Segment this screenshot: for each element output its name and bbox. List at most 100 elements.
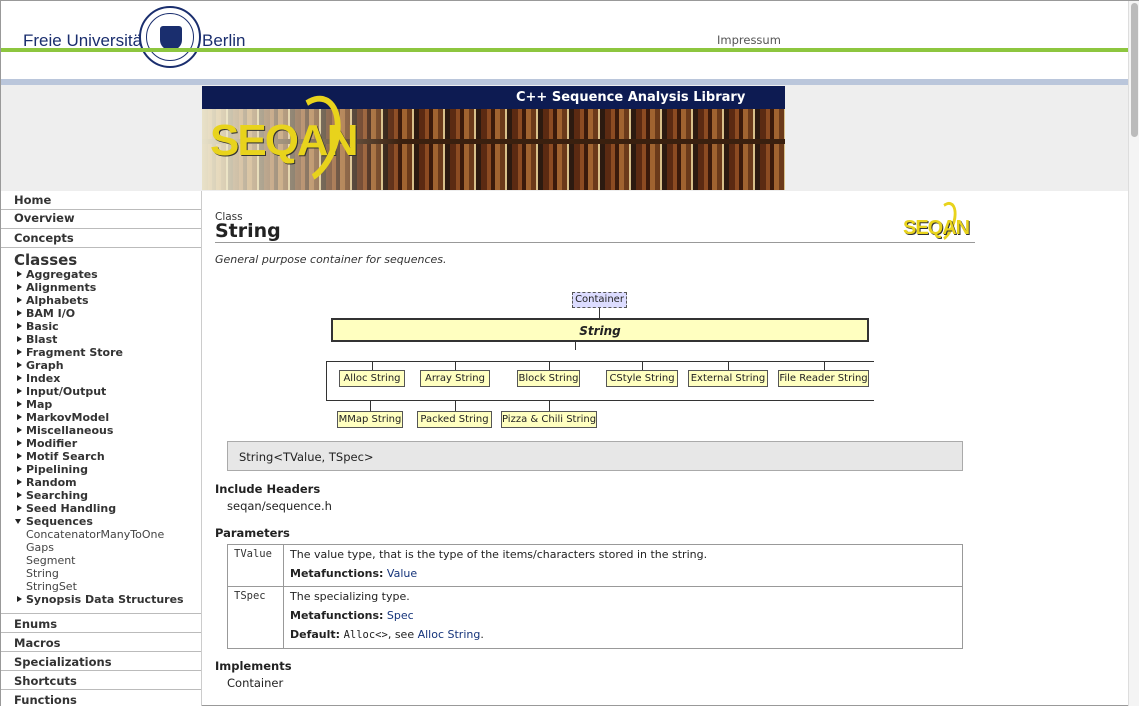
parameter-description-cell: The specializing type. Metafunctions: Sp…: [283, 586, 963, 649]
diagram-spec-cstyle-string[interactable]: CStyle String: [606, 370, 678, 387]
site-header: Freie Universität Berlin Impressum: [1, 1, 1128, 68]
chevron-right-icon: [17, 284, 22, 290]
sidebar-group-graph[interactable]: Graph: [1, 359, 201, 372]
diagram-connector: [370, 400, 371, 411]
sidebar-group-sequences[interactable]: Sequences: [1, 515, 201, 528]
sidebar-group-bam-i-o[interactable]: BAM I/O: [1, 307, 201, 320]
parameter-description: The value type, that is the type of the …: [290, 548, 708, 561]
metafunction-link-spec[interactable]: Spec: [387, 609, 414, 622]
sidebar-group-map[interactable]: Map: [1, 398, 201, 411]
sidebar-group-basic[interactable]: Basic: [1, 320, 201, 333]
sidebar-group-fragment-store[interactable]: Fragment Store: [1, 346, 201, 359]
diagram-spec-file-reader-string[interactable]: File Reader String: [778, 370, 869, 387]
diagram-spec-external-string[interactable]: External String: [688, 370, 768, 387]
sidebar-item-functions[interactable]: Functions: [1, 689, 201, 706]
sidebar-group-blast[interactable]: Blast: [1, 333, 201, 346]
chevron-right-icon: [17, 427, 22, 433]
metafunctions-label: Metafunctions:: [290, 609, 384, 622]
sidebar-subitem-gaps[interactable]: Gaps: [1, 541, 201, 554]
diagram-center-string: String: [331, 318, 869, 342]
parameter-description: The specializing type.: [290, 590, 410, 603]
sidebar-item-specializations[interactable]: Specializations: [1, 651, 201, 670]
fu-seal-icon[interactable]: [139, 6, 201, 68]
chevron-down-icon: [15, 519, 21, 524]
sidebar-group-pipelining[interactable]: Pipelining: [1, 463, 201, 476]
default-code: Alloc<>: [343, 629, 388, 641]
sidebar-class-groups: Aggregates Alignments Alphabets BAM I/O Basi…: [1, 268, 201, 515]
sidebar-item-enums[interactable]: Enums: [1, 613, 201, 632]
sidebar-item-overview[interactable]: Overview: [1, 210, 201, 229]
sidebar-group-alphabets[interactable]: Alphabets: [1, 294, 201, 307]
sidebar-group-index[interactable]: Index: [1, 372, 201, 385]
chevron-right-icon: [17, 297, 22, 303]
diagram-spec-packed-string[interactable]: Packed String: [417, 411, 492, 428]
diagram-parent-container[interactable]: Container: [572, 292, 627, 308]
diagram-connector: [575, 342, 576, 350]
implements-link-container[interactable]: Container: [227, 676, 283, 690]
chevron-right-icon: [17, 466, 22, 472]
chevron-right-icon: [17, 596, 22, 602]
diagram-connector: [728, 361, 729, 370]
diagram-spec-block-string[interactable]: Block String: [517, 370, 580, 387]
chevron-right-icon: [17, 323, 22, 329]
sidebar-item-shortcuts[interactable]: Shortcuts: [1, 670, 201, 689]
scrollbar-thumb[interactable]: [1131, 3, 1138, 137]
chevron-right-icon: [17, 375, 22, 381]
sidebar-subitem-segment[interactable]: Segment: [1, 554, 201, 567]
default-link-alloc-string[interactable]: Alloc String: [418, 628, 481, 641]
seqan-banner: C++ Sequence Analysis Library SEQAN: [202, 86, 785, 190]
diagram-spec-pizza-chili-string[interactable]: Pizza & Chili String: [501, 411, 597, 428]
parameter-metafunctions: Metafunctions: Value: [290, 567, 962, 586]
sidebar-group-alignments[interactable]: Alignments: [1, 281, 201, 294]
sidebar-group-seed-handling[interactable]: Seed Handling: [1, 502, 201, 515]
sidebar-group-aggregates[interactable]: Aggregates: [1, 268, 201, 281]
sidebar-group-miscellaneous[interactable]: Miscellaneous: [1, 424, 201, 437]
sidebar-classes-heading[interactable]: Classes: [1, 248, 201, 269]
sidebar-item-home[interactable]: Home: [1, 191, 201, 210]
sidebar-subitem-string[interactable]: String: [1, 567, 201, 580]
sidebar-group-synopsis[interactable]: Synopsis Data Structures: [1, 593, 201, 606]
page-scrollbar[interactable]: [1128, 1, 1139, 706]
chevron-right-icon: [17, 479, 22, 485]
header-green-rule: [1, 48, 1128, 52]
chevron-right-icon: [17, 453, 22, 459]
sidebar-group-motif-search[interactable]: Motif Search: [1, 450, 201, 463]
diagram-connector: [455, 361, 456, 370]
sidebar-item-macros[interactable]: Macros: [1, 632, 201, 651]
default-end: .: [480, 628, 484, 641]
diagram-spec-mmap-string[interactable]: MMap String: [337, 411, 403, 428]
diagram-connector: [549, 361, 550, 370]
chevron-right-icon: [17, 310, 22, 316]
metafunction-link-value[interactable]: Value: [387, 567, 417, 580]
sidebar-group-markovmodel[interactable]: MarkovModel: [1, 411, 201, 424]
impressum-link[interactable]: Impressum: [717, 33, 781, 47]
parameter-name: TValue: [227, 544, 284, 587]
diagram-connector: [549, 400, 550, 411]
default-see: , see: [387, 628, 415, 641]
sidebar-group-random[interactable]: Random: [1, 476, 201, 489]
sidebar-group-searching[interactable]: Searching: [1, 489, 201, 502]
chevron-right-icon: [17, 401, 22, 407]
sidebar-subitem-concatenator[interactable]: ConcatenatorManyToOne: [1, 528, 201, 541]
default-label: Default:: [290, 628, 341, 641]
chevron-right-icon: [17, 349, 22, 355]
sidebar-nav: Home Overview Concepts Classes Aggregate…: [1, 191, 202, 706]
parameter-description-cell: The value type, that is the type of the …: [283, 544, 963, 587]
include-headers-heading: Include Headers: [215, 482, 321, 496]
diagram-spec-array-string[interactable]: Array String: [420, 370, 490, 387]
class-signature: String<TValue, TSpec>: [227, 441, 963, 471]
sidebar-group-input-output[interactable]: Input/Output: [1, 385, 201, 398]
class-summary: General purpose container for sequences.: [215, 253, 447, 266]
chevron-right-icon: [17, 271, 22, 277]
diagram-spec-alloc-string[interactable]: Alloc String: [339, 370, 405, 387]
sidebar-item-concepts[interactable]: Concepts: [1, 229, 201, 248]
metafunctions-label: Metafunctions:: [290, 567, 384, 580]
chevron-right-icon: [17, 492, 22, 498]
diagram-connector: [824, 361, 825, 370]
sidebar-group-modifier[interactable]: Modifier: [1, 437, 201, 450]
chevron-right-icon: [17, 362, 22, 368]
sidebar-subitem-stringset[interactable]: StringSet: [1, 580, 201, 593]
parameter-row-tspec: TSpec The specializing type. Metafunctio…: [227, 586, 963, 649]
parameter-name: TSpec: [227, 586, 284, 649]
implements-heading: Implements: [215, 659, 292, 673]
